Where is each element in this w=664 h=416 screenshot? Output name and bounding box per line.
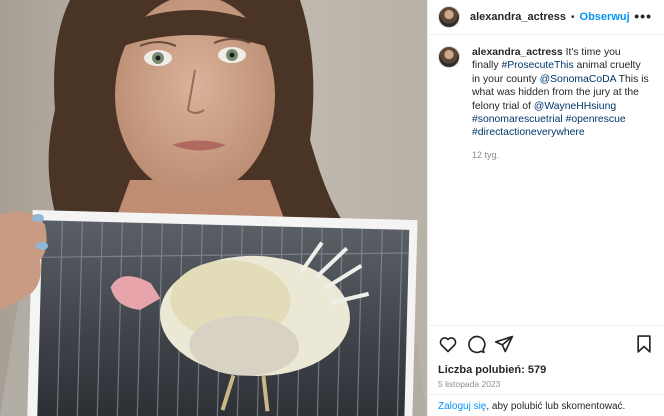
caption-text: alexandra_actress It's time you finally … [472,46,650,140]
login-prompt: Zaloguj się, aby polubić lub skomentować… [428,394,664,416]
comment-icon[interactable] [466,334,486,354]
separator-dot: • [571,11,575,23]
likes-count[interactable]: Liczba polubień: 579 [438,364,546,376]
caption-avatar[interactable] [438,46,460,68]
post-photo-illustration [0,0,427,416]
hashtag-link[interactable]: #directactioneverywhere [472,127,585,138]
mention-link[interactable]: @WayneHHsiung [534,101,616,112]
share-icon[interactable] [494,334,514,354]
hashtag-link[interactable]: #openrescue [566,114,626,125]
action-bar [428,325,664,362]
caption-timestamp[interactable]: 12 tyg. [472,150,650,160]
caption-username[interactable]: alexandra_actress [472,47,563,58]
mention-link[interactable]: @SonomaCoDA [540,74,616,85]
hashtag-link[interactable]: #sonomarescuetrial [472,114,563,125]
login-prompt-text: , aby polubić lub skomentować. [486,401,626,412]
heart-icon[interactable] [438,334,458,354]
post-header: alexandra_actress • Obserwuj ••• [428,0,664,35]
bookmark-icon[interactable] [634,334,654,354]
login-link[interactable]: Zaloguj się [438,401,486,412]
follow-button[interactable]: Obserwuj [580,11,630,23]
avatar[interactable] [438,6,460,28]
header-username[interactable]: alexandra_actress [470,11,566,23]
caption: alexandra_actress It's time you finally … [438,46,656,160]
post-date: 5 listopada 2023 [438,379,501,389]
post-image[interactable] [0,0,427,416]
hashtag-link[interactable]: #ProsecuteThis [501,60,573,71]
post-sidebar: alexandra_actress • Obserwuj ••• alexand… [427,0,664,416]
more-options-icon[interactable]: ••• [634,9,652,23]
